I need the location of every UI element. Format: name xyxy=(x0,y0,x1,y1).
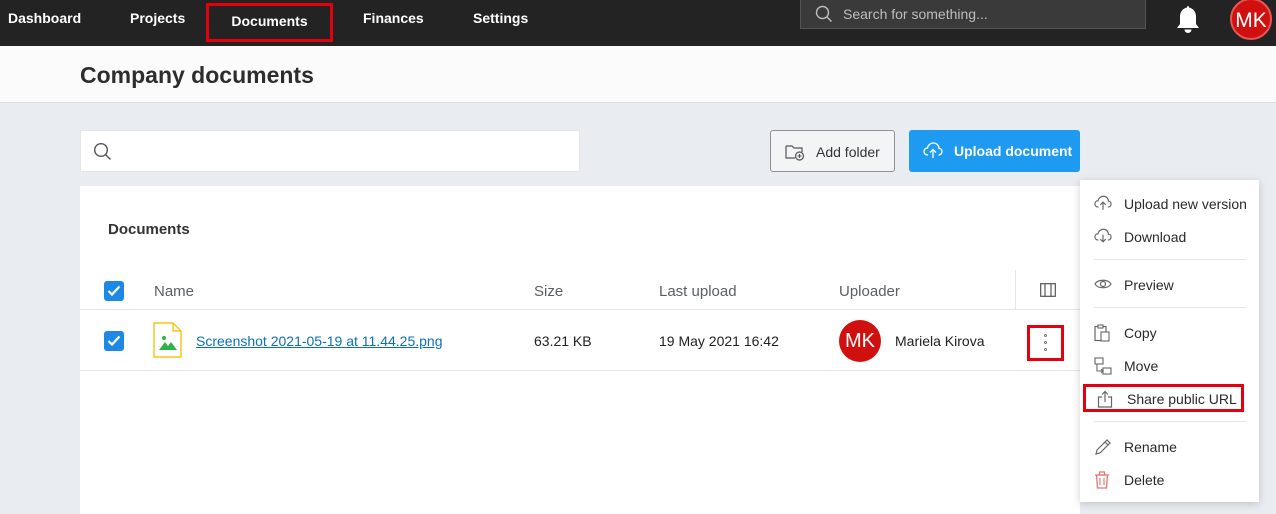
menu-item-download[interactable]: Download xyxy=(1080,222,1259,250)
menu-separator xyxy=(1094,259,1246,260)
nav-item-finances[interactable]: Finances xyxy=(363,0,424,37)
global-search-box xyxy=(800,0,1146,29)
documents-search-box xyxy=(80,130,580,172)
page-header: Company documents xyxy=(0,46,1276,103)
add-folder-button[interactable]: Add folder xyxy=(770,130,895,172)
search-icon xyxy=(815,5,833,28)
add-folder-label: Add folder xyxy=(816,144,880,160)
kebab-dot xyxy=(1044,348,1047,351)
pencil-icon xyxy=(1094,438,1112,461)
documents-section-title: Documents xyxy=(108,221,190,238)
menu-separator xyxy=(1094,307,1246,308)
menu-item-rename[interactable]: Rename xyxy=(1080,432,1259,460)
row-context-menu: Upload new version Download Preview Copy… xyxy=(1080,180,1259,502)
column-header-size[interactable]: Size xyxy=(534,283,563,300)
file-name-link[interactable]: Screenshot 2021-05-19 at 11.44.25.png xyxy=(196,333,442,349)
uploader-name: Mariela Kirova xyxy=(895,333,985,349)
cloud-upload-icon xyxy=(1094,195,1112,216)
select-all-checkbox[interactable] xyxy=(104,281,124,301)
kebab-dot xyxy=(1044,341,1047,344)
share-icon xyxy=(1097,390,1113,413)
image-file-icon xyxy=(153,322,183,363)
menu-item-share-public-url[interactable]: Share public URL xyxy=(1083,384,1244,412)
page-title: Company documents xyxy=(80,62,314,88)
uploader-avatar: MK xyxy=(839,320,881,362)
menu-item-delete[interactable]: Delete xyxy=(1080,465,1259,493)
top-navigation-bar: Dashboard Projects Documents Finances Se… xyxy=(0,0,1276,46)
global-search-input[interactable] xyxy=(843,0,1133,27)
eye-icon xyxy=(1094,276,1112,297)
nav-item-dashboard[interactable]: Dashboard xyxy=(8,0,81,37)
move-icon xyxy=(1094,357,1112,380)
menu-item-label: Upload new version xyxy=(1124,196,1247,212)
notification-bell-icon[interactable] xyxy=(1175,4,1201,39)
search-icon xyxy=(93,142,112,166)
column-header-last-upload[interactable]: Last upload xyxy=(659,283,737,300)
menu-separator xyxy=(1094,421,1246,422)
user-avatar[interactable]: MK xyxy=(1230,0,1272,40)
menu-item-label: Download xyxy=(1124,229,1187,245)
menu-item-label: Preview xyxy=(1124,277,1174,293)
menu-item-upload-new-version[interactable]: Upload new version xyxy=(1080,189,1259,217)
menu-item-preview[interactable]: Preview xyxy=(1080,270,1259,298)
documents-search-input[interactable] xyxy=(121,131,571,171)
copy-icon xyxy=(1094,324,1110,347)
row-actions-menu-button[interactable] xyxy=(1027,325,1064,361)
nav-item-settings[interactable]: Settings xyxy=(473,0,528,37)
file-last-upload: 19 May 2021 16:42 xyxy=(659,333,779,349)
upload-document-label: Upload document xyxy=(954,143,1073,159)
cloud-upload-icon xyxy=(923,142,943,162)
table-header: Name Size Last upload Uploader xyxy=(80,270,1080,310)
menu-item-label: Share public URL xyxy=(1127,391,1237,407)
menu-item-copy[interactable]: Copy xyxy=(1080,318,1259,346)
documents-panel: Documents Name Size Last upload Uploader… xyxy=(80,186,1080,514)
menu-item-label: Move xyxy=(1124,358,1159,374)
folder-add-icon xyxy=(785,143,805,164)
column-header-name[interactable]: Name xyxy=(154,283,194,300)
columns-settings-icon[interactable] xyxy=(1040,283,1056,302)
trash-icon xyxy=(1094,471,1110,494)
column-header-uploader[interactable]: Uploader xyxy=(839,283,900,300)
menu-item-label: Rename xyxy=(1124,439,1177,455)
file-size: 63.21 KB xyxy=(534,333,592,349)
table-row[interactable]: Screenshot 2021-05-19 at 11.44.25.png 63… xyxy=(80,311,1080,371)
cloud-download-icon xyxy=(1094,228,1112,249)
nav-item-projects[interactable]: Projects xyxy=(130,0,185,37)
column-divider xyxy=(1015,270,1016,310)
kebab-dot xyxy=(1044,334,1047,337)
menu-item-move[interactable]: Move xyxy=(1080,351,1259,379)
menu-item-label: Delete xyxy=(1124,472,1165,488)
nav-item-documents[interactable]: Documents xyxy=(206,3,333,42)
upload-document-button[interactable]: Upload document xyxy=(909,130,1080,172)
menu-item-label: Copy xyxy=(1124,325,1157,341)
row-checkbox[interactable] xyxy=(104,331,124,351)
